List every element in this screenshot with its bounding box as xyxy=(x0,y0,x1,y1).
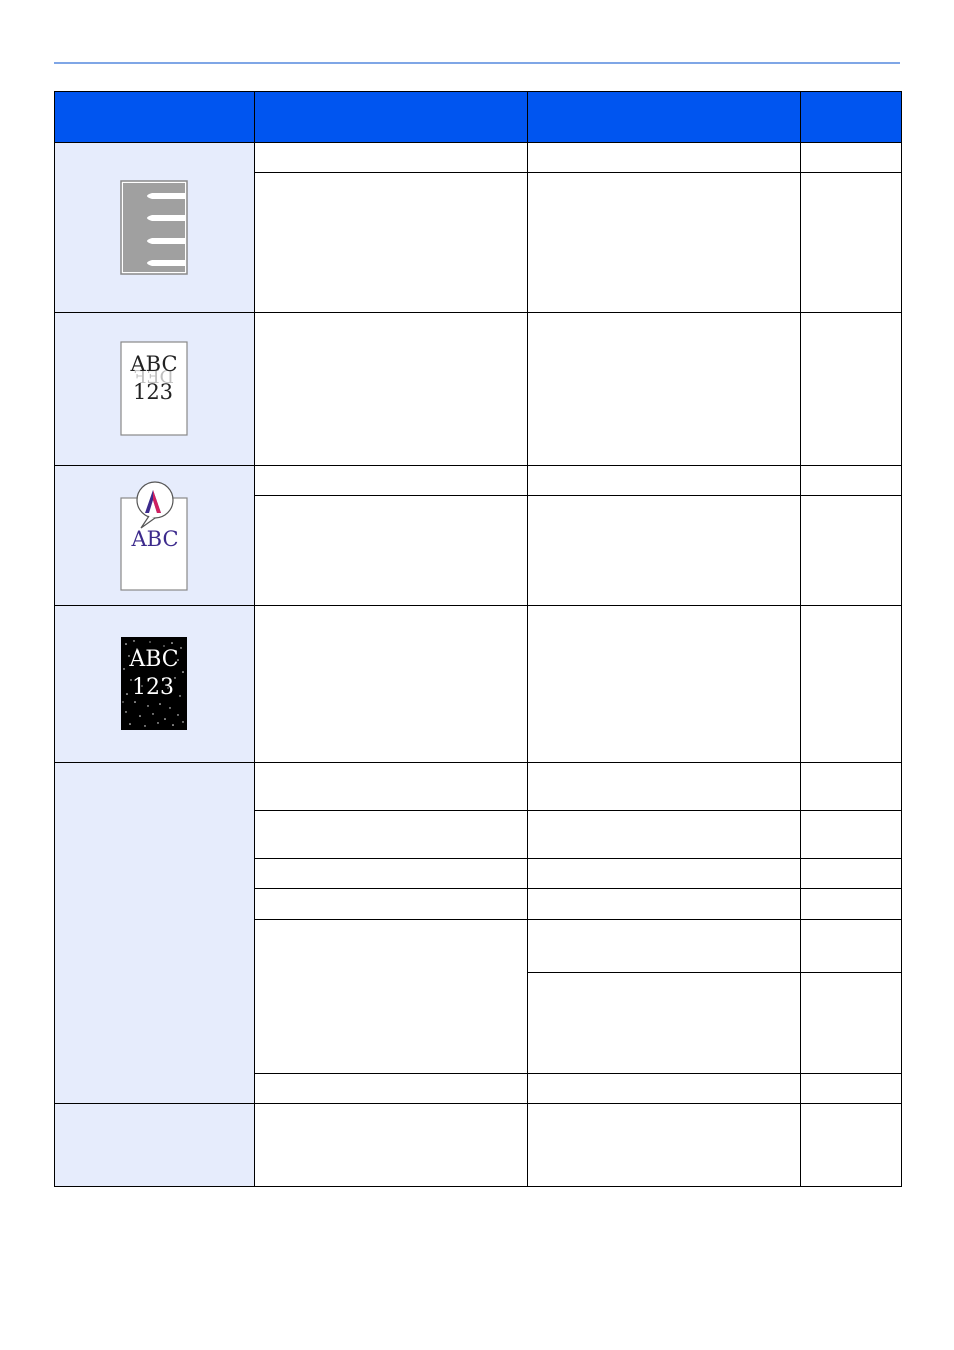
action-cell xyxy=(527,888,801,920)
header-symptom xyxy=(54,91,255,143)
header-checkpoints xyxy=(254,91,528,143)
action-cell xyxy=(527,465,801,496)
reference-cell xyxy=(800,919,902,973)
symptom-cell xyxy=(54,1103,255,1187)
magnified-letter-thumbnail: ABC xyxy=(119,480,188,591)
table-header-row xyxy=(54,91,902,143)
action-cell xyxy=(527,312,801,466)
speckled-text-thumbnail: ABC 123 xyxy=(120,637,187,730)
thumb-text-line1: ABC xyxy=(128,647,178,672)
action-cell xyxy=(527,172,801,313)
action-cell xyxy=(527,605,801,763)
reference-cell xyxy=(800,142,902,173)
reference-cell xyxy=(800,762,902,811)
action-cell xyxy=(527,142,801,173)
checkpoint-cell xyxy=(254,1103,528,1187)
checkpoint-cell xyxy=(254,762,528,811)
troubleshooting-table: DEF ABC 123 ABC ABC 123 xyxy=(54,91,902,1187)
reference-cell xyxy=(800,858,902,889)
action-cell xyxy=(527,858,801,889)
symptom-cell xyxy=(54,762,255,1104)
symptom-cell: ABC 123 xyxy=(54,605,255,763)
checkpoint-cell xyxy=(254,919,528,1074)
action-cell xyxy=(527,762,801,811)
reference-cell xyxy=(800,172,902,313)
stripes-thumbnail xyxy=(119,179,188,275)
checkpoint-cell xyxy=(254,810,528,859)
checkpoint-cell xyxy=(254,495,528,606)
checkpoint-cell xyxy=(254,172,528,313)
reference-cell xyxy=(800,810,902,859)
reference-cell xyxy=(800,1103,902,1187)
thumb-text-line2: 123 xyxy=(132,675,174,700)
table-row: ABC 123 xyxy=(54,605,902,763)
reference-cell xyxy=(800,495,902,606)
checkpoint-cell xyxy=(254,888,528,920)
reference-cell xyxy=(800,972,902,1074)
reference-cell xyxy=(800,888,902,920)
ghost-text-thumbnail: DEF ABC 123 xyxy=(119,341,188,436)
action-cell xyxy=(527,495,801,606)
checkpoint-cell xyxy=(254,858,528,889)
thumb-text-line2: 123 xyxy=(132,380,172,404)
reference-cell xyxy=(800,312,902,466)
action-cell xyxy=(527,919,801,973)
reference-cell xyxy=(800,1073,902,1104)
action-cell xyxy=(527,1103,801,1187)
action-cell xyxy=(527,972,801,1074)
header-corrective-actions xyxy=(527,91,801,143)
action-cell xyxy=(527,1073,801,1104)
thumb-text: ABC xyxy=(130,527,178,551)
table-row xyxy=(54,1103,902,1187)
table-row xyxy=(54,762,902,1104)
symptom-cell: DEF ABC 123 xyxy=(54,312,255,466)
table-row: DEF ABC 123 xyxy=(54,312,902,466)
action-cell xyxy=(527,810,801,859)
checkpoint-cell xyxy=(254,142,528,173)
checkpoint-cell xyxy=(254,465,528,496)
symptom-cell: ABC xyxy=(54,465,255,606)
symptom-cell xyxy=(54,142,255,313)
checkpoint-cell xyxy=(254,312,528,466)
reference-cell xyxy=(800,605,902,763)
header-reference-page xyxy=(800,91,902,143)
thumb-text-line1: ABC xyxy=(129,352,177,376)
reference-cell xyxy=(800,465,902,496)
checkpoint-cell xyxy=(254,605,528,763)
table-row xyxy=(54,142,902,313)
top-rule xyxy=(54,62,900,64)
table-row: ABC xyxy=(54,465,902,606)
checkpoint-cell xyxy=(254,1073,528,1104)
